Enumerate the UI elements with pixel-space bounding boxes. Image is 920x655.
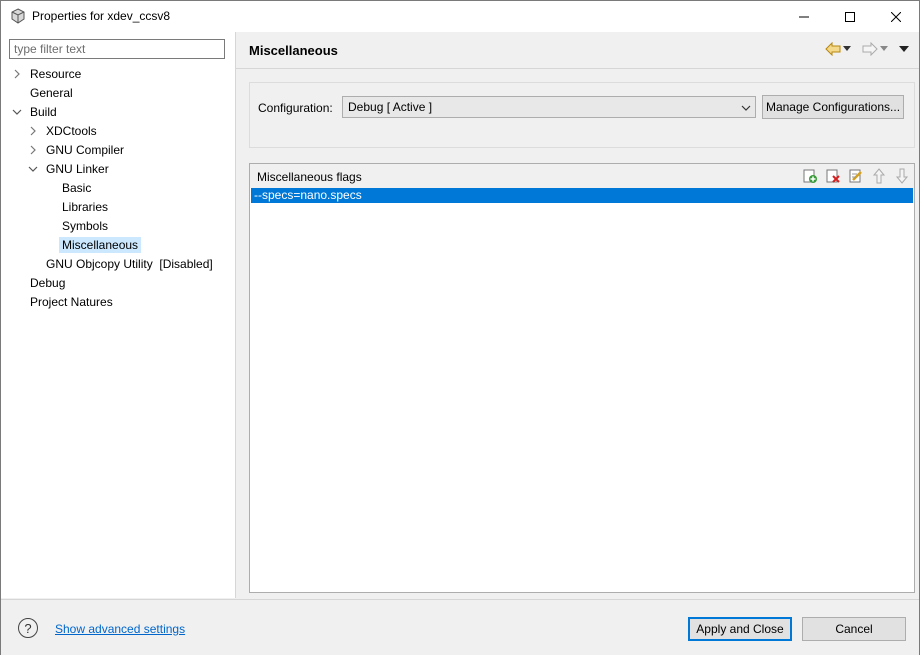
- back-dropdown-icon[interactable]: [843, 41, 852, 57]
- tree-item-libraries[interactable]: Libraries: [59, 197, 111, 216]
- tree-item-label: Libraries: [62, 199, 109, 214]
- history-navigation: [825, 41, 909, 57]
- tree-item-label: GNU Compiler: [46, 142, 125, 157]
- title-bar: Properties for xdev_ccsv8: [1, 1, 919, 32]
- tree-item-gnu-objcopy-utility-disabled[interactable]: GNU Objcopy Utility [Disabled]: [43, 254, 216, 273]
- window-title: Properties for xdev_ccsv8: [32, 9, 171, 23]
- flags-toolbar: [802, 168, 910, 184]
- tree-item-label: Project Natures: [30, 294, 113, 309]
- navigation-pane: Resource General Build XDCtools GNU Compiler…: [1, 32, 235, 598]
- configuration-group: Configuration: Debug [ Active ] Manage C…: [249, 82, 915, 148]
- cancel-button[interactable]: Cancel: [802, 617, 906, 641]
- back-arrow-icon[interactable]: [825, 41, 841, 57]
- delete-flag-icon[interactable]: [825, 168, 841, 184]
- tree-item-gnu-compiler[interactable]: GNU Compiler: [30, 140, 127, 159]
- tree-item-label: GNU Objcopy Utility [Disabled]: [46, 256, 213, 271]
- tree-item-label: General: [30, 85, 73, 100]
- tree-item-debug[interactable]: Debug: [27, 273, 68, 292]
- chevron-down-icon[interactable]: [27, 163, 39, 175]
- configuration-select[interactable]: Debug [ Active ]: [342, 96, 756, 118]
- maximize-button[interactable]: [827, 1, 873, 32]
- tree-item-symbols[interactable]: Symbols: [59, 216, 111, 235]
- help-icon[interactable]: ?: [18, 618, 38, 638]
- page-header: Miscellaneous: [236, 32, 919, 69]
- tree-item-label: Build: [30, 104, 57, 119]
- tree-item-build[interactable]: Build: [12, 102, 60, 121]
- edit-flag-icon[interactable]: [848, 168, 864, 184]
- tree-item-label: Resource: [30, 66, 82, 81]
- tree-item-label: Miscellaneous: [59, 236, 142, 253]
- tree-item-basic[interactable]: Basic: [59, 178, 94, 197]
- page-title: Miscellaneous: [249, 43, 338, 58]
- move-up-icon[interactable]: [871, 168, 887, 184]
- chevron-right-icon[interactable]: [27, 125, 39, 137]
- properties-dialog: Properties for xdev_ccsv8 Resource Genera…: [0, 0, 920, 655]
- app-icon: [10, 8, 26, 24]
- tree-item-xdctools[interactable]: XDCtools: [30, 121, 100, 140]
- tree-item-resource[interactable]: Resource: [14, 64, 84, 83]
- add-flag-icon[interactable]: [802, 168, 818, 184]
- tree-item-label: GNU Linker: [46, 161, 109, 176]
- tree-item-project-natures[interactable]: Project Natures: [27, 292, 116, 311]
- close-button[interactable]: [873, 1, 919, 32]
- filter-input[interactable]: [9, 39, 225, 59]
- flags-header: Miscellaneous flags: [250, 164, 914, 188]
- tree-item-label: XDCtools: [46, 123, 97, 138]
- minimize-button[interactable]: [781, 1, 827, 32]
- tree-item-label: Debug: [30, 275, 66, 290]
- apply-and-close-button[interactable]: Apply and Close: [688, 617, 792, 641]
- configuration-label: Configuration:: [258, 101, 333, 115]
- manage-configurations-button[interactable]: Manage Configurations...: [762, 95, 904, 119]
- tree-item-label: Symbols: [62, 218, 109, 233]
- show-advanced-settings-link[interactable]: Show advanced settings: [55, 622, 185, 636]
- move-down-icon[interactable]: [894, 168, 910, 184]
- tree-item-label: Basic: [62, 180, 92, 195]
- view-menu-icon[interactable]: [899, 41, 909, 57]
- flag-list-item[interactable]: --specs=nano.specs: [251, 188, 913, 203]
- properties-page: Miscellaneous Configuration: Debug [Act…: [236, 32, 919, 598]
- forward-arrow-icon[interactable]: [862, 41, 878, 57]
- tree-item-gnu-linker[interactable]: GNU Linker: [28, 159, 112, 178]
- tree-item-general[interactable]: General: [27, 83, 76, 102]
- chevron-right-icon[interactable]: [11, 68, 23, 80]
- chevron-down-icon: [741, 101, 751, 115]
- flags-title: Miscellaneous flags: [257, 170, 362, 184]
- configuration-value: Debug [ Active ]: [348, 100, 433, 114]
- forward-dropdown-icon[interactable]: [880, 41, 889, 57]
- chevron-down-icon[interactable]: [11, 106, 23, 118]
- flags-panel: Miscellaneous flags --specs=nano.specs: [249, 163, 915, 593]
- dialog-footer: ? Show advanced settings Apply and Close…: [1, 599, 919, 655]
- tree-item-miscellaneous[interactable]: Miscellaneous: [59, 235, 142, 254]
- chevron-right-icon[interactable]: [27, 144, 39, 156]
